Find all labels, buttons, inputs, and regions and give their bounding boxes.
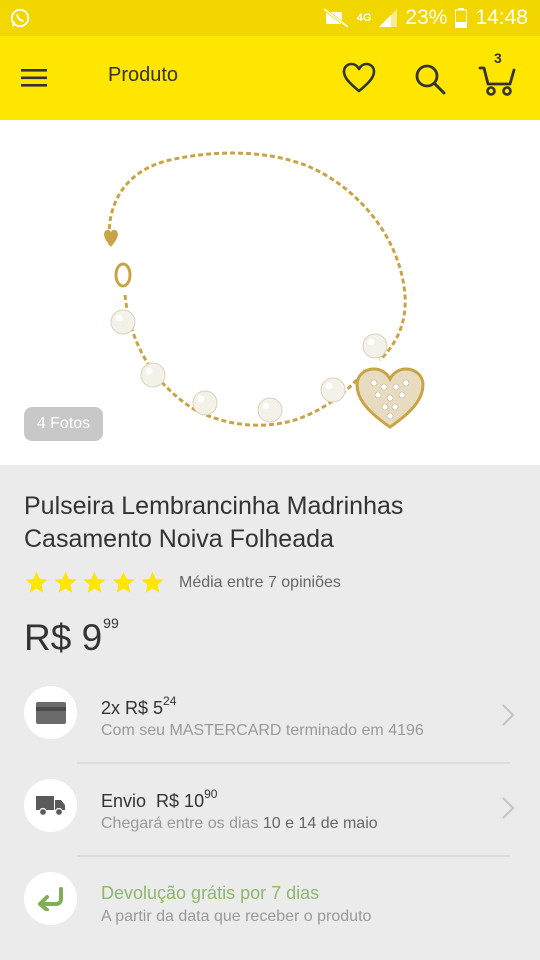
truck-icon xyxy=(35,795,65,816)
shipping-amount: R$ 10 xyxy=(156,791,205,811)
returns-detail: A partir da data que receber o produto xyxy=(101,908,372,925)
installments-value: 2x R$ 524 xyxy=(101,694,177,719)
reviews-summary[interactable]: Média entre 7 opiniões xyxy=(179,574,341,592)
rating-stars[interactable] xyxy=(24,570,165,595)
mute-icon xyxy=(322,8,349,28)
card-icon-circle xyxy=(24,686,77,739)
product-image-gallery[interactable]: 4 Fotos xyxy=(0,120,540,465)
menu-icon[interactable] xyxy=(20,64,48,92)
returns-title: Devolução grátis por 7 dias xyxy=(101,883,320,903)
star-icon xyxy=(83,571,106,593)
star-icon xyxy=(54,571,77,593)
app-toolbar: Produto 3 xyxy=(0,36,540,120)
product-photo[interactable] xyxy=(95,145,425,445)
shipping-price: Envio R$ 1090 xyxy=(101,787,218,812)
divider xyxy=(77,855,510,857)
chevron-right-icon xyxy=(502,704,515,726)
return-icon-circle xyxy=(24,872,77,925)
product-title: Pulseira Lembrancinha Madrinhas Casament… xyxy=(24,492,404,553)
returns-row[interactable]: Devolução grátis por 7 dias A partir da … xyxy=(0,858,540,950)
truck-icon-circle xyxy=(24,779,77,832)
shipping-row[interactable]: Envio R$ 1090 Chegará entre os dias 10 e… xyxy=(0,765,540,857)
signal-icon xyxy=(379,9,398,27)
price-cents: 99 xyxy=(103,615,119,631)
photos-count-badge[interactable]: 4 Fotos xyxy=(24,407,103,441)
battery-icon xyxy=(455,8,468,28)
installments-cents: 24 xyxy=(163,694,177,708)
shipping-cents: 90 xyxy=(204,787,218,801)
shipping-detail: Chegará entre os dias 10 e 14 de maio xyxy=(101,815,378,833)
favorite-heart-icon[interactable] xyxy=(342,62,376,94)
shipping-label: Envio xyxy=(101,791,147,811)
shipping-detail-prefix: Chegará entre os dias xyxy=(101,815,259,832)
search-icon[interactable] xyxy=(414,63,446,95)
whatsapp-icon xyxy=(10,8,30,28)
page-title: Produto xyxy=(108,64,179,86)
clock: 14:48 xyxy=(475,6,528,29)
network-type: 4G xyxy=(356,12,372,24)
product-price: R$ 999 xyxy=(24,615,119,659)
return-arrow-icon xyxy=(37,886,63,911)
status-bar: 4G 23% 14:48 xyxy=(0,0,540,36)
battery-percent: 23% xyxy=(405,6,448,29)
divider xyxy=(77,762,510,764)
star-icon xyxy=(25,571,48,593)
star-icon xyxy=(141,571,164,593)
installments-detail: Com seu MASTERCARD terminado em 4196 xyxy=(101,722,424,739)
installments-row[interactable]: 2x R$ 524 Com seu MASTERCARD terminado e… xyxy=(0,672,540,764)
chevron-right-icon xyxy=(502,797,515,819)
shipping-detail-dates: 10 e 14 de maio xyxy=(262,815,378,832)
credit-card-icon xyxy=(35,701,66,724)
installments-prefix: 2x R$ 5 xyxy=(101,698,164,718)
price-main: R$ 9 xyxy=(24,617,103,658)
star-icon xyxy=(112,571,135,593)
cart-icon[interactable] xyxy=(478,60,516,98)
